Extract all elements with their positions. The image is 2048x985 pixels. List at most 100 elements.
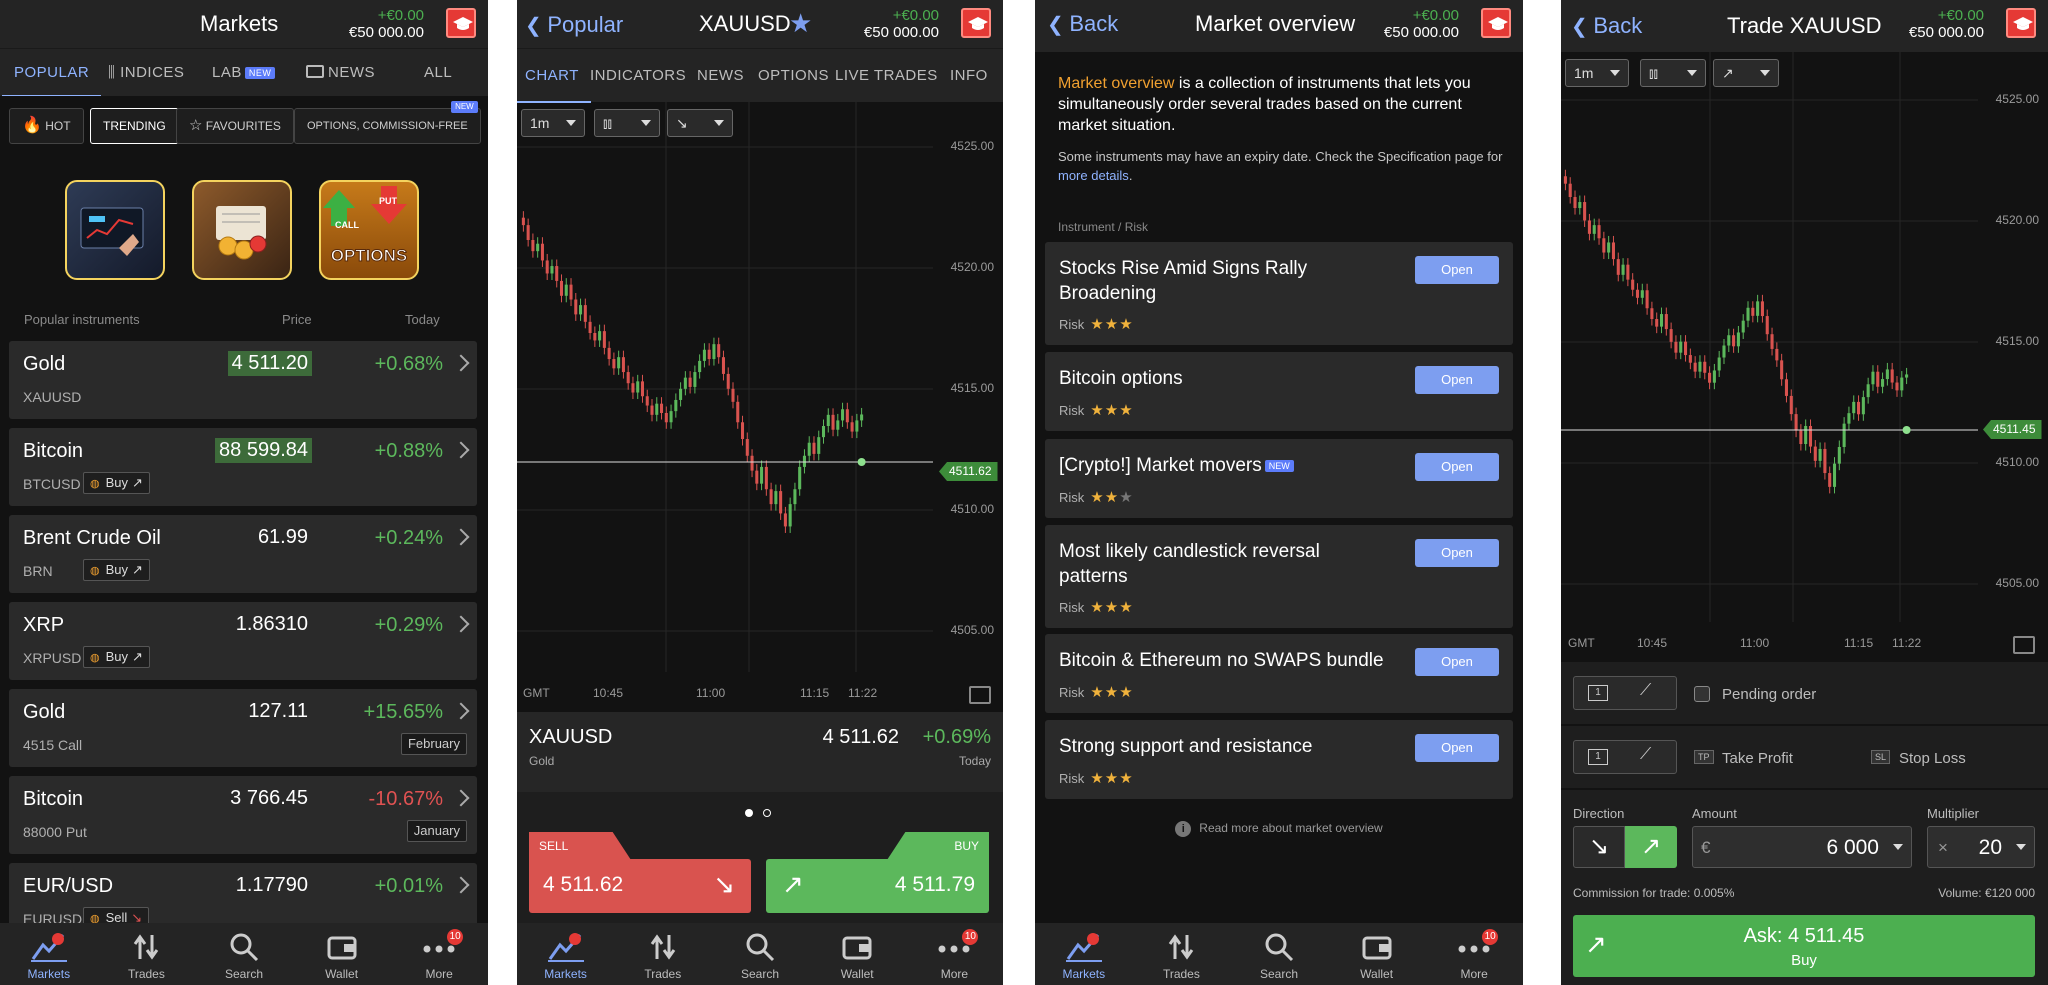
page-dot[interactable] [763, 809, 771, 817]
buy-order-button[interactable]: ↗ Ask: 4 511.45 Buy [1573, 915, 2035, 977]
instrument-change: +0.29% [374, 614, 443, 636]
overview-item[interactable]: Most likely candlestick reversal pattern… [1045, 525, 1513, 628]
price-chart[interactable]: 1m ⫾⫾ ↗ 4525.00 4520.00 4515.00 4510.00 4505… [1561, 52, 2048, 662]
tab-indices[interactable]: ⫼ INDICES [108, 49, 184, 97]
tab-news[interactable]: NEWS [697, 49, 744, 103]
order-type-toggle[interactable]: 1 ⟋ [1573, 676, 1677, 710]
tab-chart[interactable]: CHART [517, 49, 591, 103]
tab-all[interactable]: ALL [424, 49, 452, 97]
take-profit-button[interactable]: Take Profit [1722, 750, 1793, 767]
instrument-change: -10.67% [368, 788, 444, 810]
candle-body [1616, 259, 1620, 275]
promo-tablet[interactable] [65, 180, 165, 280]
graduation-cap-icon [968, 17, 988, 30]
nav-wallet[interactable]: Wallet [1328, 923, 1426, 985]
overview-intro-link[interactable]: Market overview [1058, 75, 1174, 92]
nav-search[interactable]: Search [195, 923, 293, 985]
direction-buy-toggle[interactable]: ↗ [1625, 826, 1677, 868]
tab-live-trades[interactable]: LIVE TRADES [835, 49, 938, 103]
stop-loss-button[interactable]: Stop Loss [1899, 750, 1966, 767]
instrument-row[interactable]: XRP XRPUSD 1.86310 +0.29% ◍ Buy ↗ [9, 602, 477, 680]
candle-body [1611, 242, 1615, 260]
promo-coins[interactable] [192, 180, 292, 280]
nav-more[interactable]: More 10 [906, 923, 1003, 985]
signal-badge[interactable]: ◍ Buy ↗ [83, 559, 150, 581]
open-button[interactable]: Open [1415, 539, 1499, 567]
open-button[interactable]: Open [1415, 453, 1499, 481]
fullscreen-icon[interactable] [2013, 636, 2035, 654]
instrument-row[interactable]: Brent Crude Oil BRN 61.99 +0.24% ◍ Buy ↗ [9, 515, 477, 593]
instrument-change: +15.65% [363, 701, 443, 723]
amount-input[interactable]: € 6 000 [1692, 826, 1912, 868]
nav-trades[interactable]: Trades [98, 923, 196, 985]
chip-trending[interactable]: TRENDING [90, 108, 179, 144]
balance-pnl: +€0.00 [377, 7, 424, 24]
multiplier-select[interactable]: × 20 [1927, 826, 2035, 868]
open-button[interactable]: Open [1415, 366, 1499, 394]
nav-search[interactable]: Search [1230, 923, 1328, 985]
promo-options[interactable]: CALL PUT OPTIONS [319, 180, 419, 280]
price-chart[interactable]: 1m ⫾⫾ ↘ 4525.00 4520.00 4515.00 4510.00 4505… [517, 102, 1003, 712]
nav-search[interactable]: Search [711, 923, 808, 985]
candle-body [774, 491, 778, 505]
tab-options[interactable]: OPTIONS [758, 49, 829, 103]
instrument-row[interactable]: Bitcoin BTCUSD 88 599.84 +0.88% ◍ Buy ↗ [9, 428, 477, 506]
nav-trades[interactable]: Trades [1133, 923, 1231, 985]
education-button[interactable] [446, 8, 476, 38]
chevron-right-icon [452, 876, 470, 894]
nav-label: More [1460, 967, 1488, 981]
nav-wallet[interactable]: Wallet [809, 923, 906, 985]
education-button[interactable] [1481, 8, 1511, 38]
tab-info[interactable]: INFO [950, 49, 988, 103]
education-button[interactable] [961, 8, 991, 38]
nav-markets[interactable]: Markets [517, 923, 614, 985]
instrument-row[interactable]: Bitcoin 88000 Put 3 766.45 -10.67% January [9, 776, 477, 854]
overview-item[interactable]: Stocks Rise Amid Signs Rally Broadening R… [1045, 242, 1513, 345]
direction-sell-toggle[interactable]: ↘ [1573, 826, 1625, 868]
signal-badge[interactable]: ◍ Buy ↗ [83, 646, 150, 668]
pending-order-label[interactable]: Pending order [1722, 686, 1816, 703]
tp-sl-toggle[interactable]: 1 ⟋ [1573, 740, 1677, 774]
buy-button[interactable]: BUY ↗ 4 511.79 [766, 832, 989, 914]
tab-lab[interactable]: LAB NEW [212, 49, 276, 97]
instrument-row[interactable]: Gold 4515 Call 127.11 +15.65% February [9, 689, 477, 767]
nav-more[interactable]: More 10 [1425, 923, 1523, 985]
open-button[interactable]: Open [1415, 648, 1499, 676]
chip-options[interactable]: OPTIONS, COMMISSION-FREE NEW [294, 101, 481, 144]
nav-markets[interactable]: Markets [0, 923, 98, 985]
star-filled-icon: ★ [1119, 402, 1134, 419]
fullscreen-icon[interactable] [969, 686, 991, 704]
overview-item[interactable]: Strong support and resistance Risk ★★★ Open [1045, 720, 1513, 799]
overview-item[interactable]: Bitcoin & Ethereum no SWAPS bundle Risk ★★… [1045, 634, 1513, 713]
chip-favourites[interactable]: ☆ FAVOURITES [176, 108, 294, 144]
tab-popular[interactable]: POPULAR [1, 49, 102, 97]
instrument-row[interactable]: Gold XAUUSD 4 511.20 +0.68% [9, 341, 477, 419]
education-button[interactable] [2006, 8, 2036, 38]
open-button[interactable]: Open [1415, 734, 1499, 762]
candle-body [1765, 316, 1769, 335]
candle-body [664, 412, 668, 423]
back-button[interactable]: ❮ Popular [525, 12, 623, 38]
back-button[interactable]: ❮ Back [1571, 13, 1642, 39]
nav-trades[interactable]: Trades [614, 923, 711, 985]
open-button[interactable]: Open [1415, 256, 1499, 284]
candle-body [674, 399, 678, 412]
overview-item[interactable]: Bitcoin options Risk ★★★ Open [1045, 352, 1513, 431]
overview-item[interactable]: [Crypto!] Market movers NEW Risk ★★★ Open [1045, 439, 1513, 518]
signal-badge[interactable]: ◍ Buy ↗ [83, 472, 150, 494]
more-details-link[interactable]: more details [1058, 168, 1129, 183]
chip-hot[interactable]: 🔥 HOT [9, 108, 84, 144]
nav-markets[interactable]: Markets [1035, 923, 1133, 985]
back-button[interactable]: ❮ Back [1047, 11, 1118, 37]
nav-wallet[interactable]: Wallet [293, 923, 391, 985]
overview-footer[interactable]: i Read more about market overview [1035, 821, 1523, 837]
favourite-star-icon[interactable]: ★ [789, 8, 812, 39]
candle-body [1587, 220, 1591, 234]
nav-more[interactable]: More 10 [390, 923, 488, 985]
page-dot-active[interactable] [745, 809, 753, 817]
sell-button[interactable]: SELL 4 511.62 ↘ [529, 832, 751, 914]
tab-indicators[interactable]: INDICATORS [590, 49, 686, 103]
tab-news[interactable]: NEWS [306, 49, 375, 97]
instrument-price: 1.17790 [235, 874, 308, 896]
overview-footer-text: Read more about market overview [1199, 821, 1383, 835]
